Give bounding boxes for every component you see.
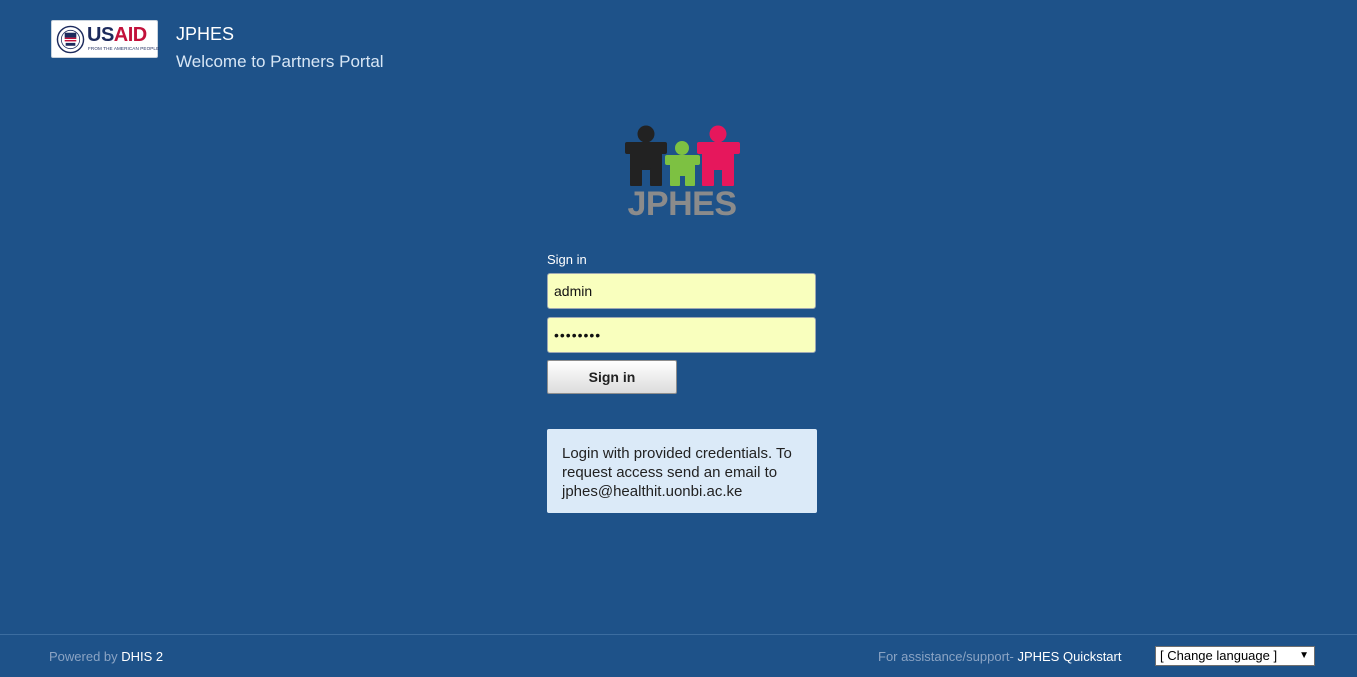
jphes-logo: JPHES [620, 124, 744, 226]
usaid-wordmark: USAID [87, 24, 147, 46]
dropdown-arrow-icon: ▼ [1299, 650, 1309, 661]
usaid-wordmark-us: US [87, 24, 114, 46]
support-info: For assistance/support- JPHES Quickstart [878, 649, 1121, 664]
powered-by: Powered by DHIS 2 [49, 649, 163, 664]
pink-figure-icon [697, 125, 740, 186]
usaid-wordmark-aid: AID [113, 24, 147, 46]
usaid-seal-icon [56, 25, 85, 54]
black-figure-icon [625, 125, 667, 186]
people-puzzle-icon [625, 125, 740, 186]
page-footer: Powered by DHIS 2 For assistance/support… [0, 634, 1357, 677]
login-info-message: Login with provided credentials. To requ… [547, 429, 817, 513]
signin-heading: Sign in [547, 252, 587, 267]
support-prefix: For assistance/support- [878, 649, 1018, 664]
app-subtitle: Welcome to Partners Portal [176, 52, 384, 71]
signin-button[interactable]: Sign in [547, 360, 677, 394]
usaid-logo: USAID FROM THE AMERICAN PEOPLE [51, 20, 160, 58]
usaid-tagline: FROM THE AMERICAN PEOPLE [88, 46, 160, 51]
language-select[interactable]: [ Change language ] ▼ [1155, 646, 1315, 666]
language-select-value: [ Change language ] [1160, 648, 1278, 663]
app-title: JPHES [176, 24, 235, 44]
powered-by-prefix: Powered by [49, 649, 122, 664]
username-field[interactable] [547, 273, 816, 309]
dhis2-link[interactable]: DHIS 2 [121, 649, 163, 664]
password-field[interactable] [547, 317, 816, 353]
page-header: USAID FROM THE AMERICAN PEOPLE JPHES Wel… [0, 0, 1357, 90]
jphes-wordmark: JPHES [627, 185, 738, 223]
quickstart-link[interactable]: JPHES Quickstart [1017, 649, 1121, 664]
green-figure-icon [665, 141, 700, 186]
